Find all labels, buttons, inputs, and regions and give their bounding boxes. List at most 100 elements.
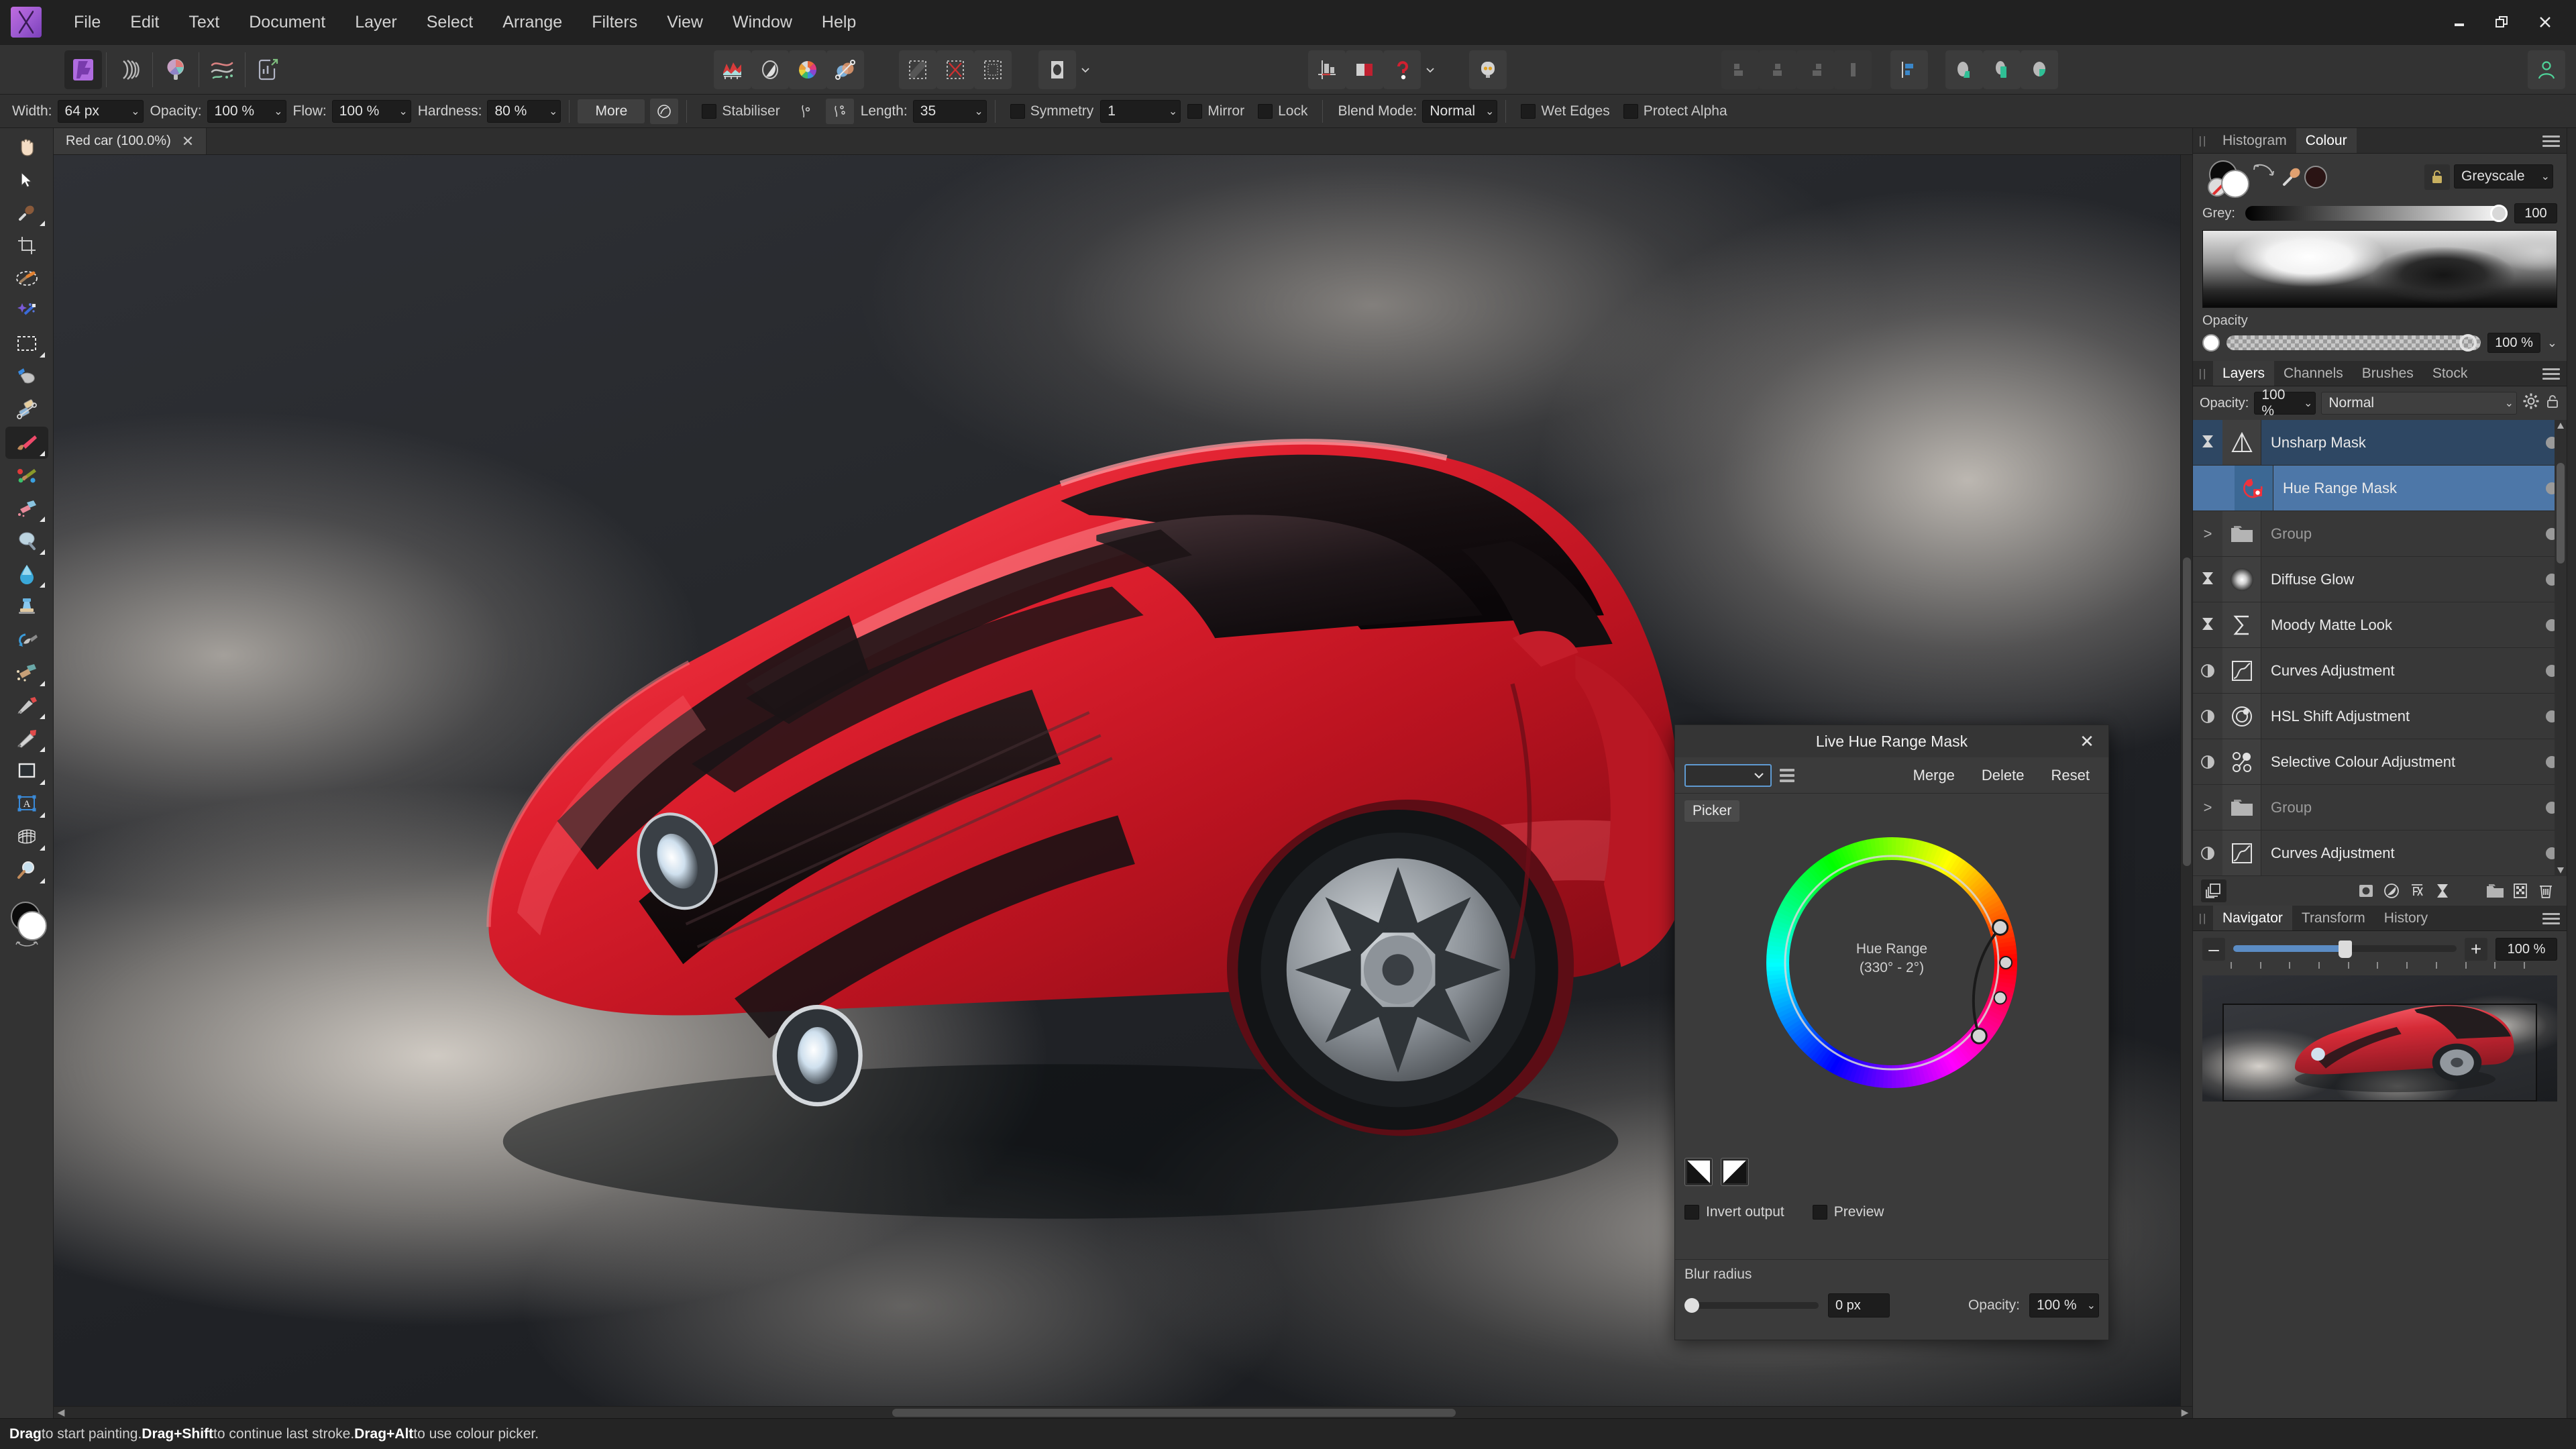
- colour-gradient-preview[interactable]: [2202, 230, 2557, 308]
- add-group-button[interactable]: [2482, 879, 2508, 902]
- paint-brush-tool[interactable]: [5, 427, 48, 459]
- wet-edges-checkbox[interactable]: Wet Edges: [1521, 103, 1609, 119]
- menu-item-window[interactable]: Window: [718, 9, 807, 36]
- preset-select[interactable]: [1684, 764, 1772, 787]
- visibility-toggle[interactable]: [2193, 420, 2222, 465]
- boolean-add-button[interactable]: [1945, 50, 1983, 89]
- scrollbar-thumb[interactable]: [2557, 463, 2565, 564]
- sampled-colour-swatch[interactable]: [2304, 166, 2327, 189]
- layer-row-moody-matte-look[interactable]: Moody Matte Look: [2193, 602, 2567, 648]
- swap-colours-icon[interactable]: [2251, 163, 2277, 186]
- scrollbar-thumb[interactable]: [892, 1409, 1456, 1417]
- protect-alpha-checkbox[interactable]: Protect Alpha: [1623, 103, 1727, 119]
- visibility-toggle[interactable]: [2193, 602, 2222, 647]
- menu-item-text[interactable]: Text: [174, 9, 234, 36]
- rope-mode-icon[interactable]: [792, 99, 820, 124]
- preview-check-box[interactable]: [1813, 1205, 1827, 1220]
- mirror-checkbox[interactable]: Mirror: [1187, 103, 1244, 119]
- layer-row-diffuse-glow[interactable]: Diffuse Glow: [2193, 557, 2567, 602]
- add-adjustment-button[interactable]: [2379, 879, 2404, 902]
- mask-polarity-a-button[interactable]: [1684, 1158, 1713, 1186]
- colour-wheel-button[interactable]: [789, 50, 826, 89]
- layer-row-hsl-shift-adjustment[interactable]: HSL Shift Adjustment: [2193, 694, 2567, 739]
- blur-brush-tool[interactable]: [5, 558, 48, 590]
- tab-histogram[interactable]: Histogram: [2213, 128, 2296, 153]
- chevron-down-icon[interactable]: ⌄: [2547, 336, 2557, 350]
- export-persona-button[interactable]: [250, 50, 287, 89]
- deselect-button[interactable]: [936, 50, 974, 89]
- slider-handle[interactable]: [2339, 941, 2352, 958]
- lock-checkbox[interactable]: Lock: [1258, 103, 1307, 119]
- slider-knob[interactable]: [2490, 205, 2508, 222]
- expand-toggle[interactable]: >: [2193, 785, 2222, 830]
- layer-row-selective-colour-adjustment[interactable]: Selective Colour Adjustment: [2193, 739, 2567, 785]
- histogram-button[interactable]: [714, 50, 751, 89]
- panel-menu-icon[interactable]: [2542, 361, 2560, 386]
- assistant-dropdown-button[interactable]: [1421, 50, 1440, 89]
- flood-select-tool[interactable]: [5, 295, 48, 327]
- move-tool[interactable]: [5, 164, 48, 196]
- tab-stock[interactable]: Stock: [2423, 361, 2477, 386]
- develop-persona-button[interactable]: [157, 50, 195, 89]
- blur-radius-input[interactable]: 0 px: [1828, 1293, 1890, 1318]
- close-icon[interactable]: ✕: [182, 134, 194, 149]
- panel-grip-icon[interactable]: ||: [2193, 361, 2213, 386]
- colour-model-select[interactable]: Greyscale⌄: [2454, 164, 2553, 189]
- stabiliser-checkbox[interactable]: Stabiliser: [702, 103, 780, 119]
- panel-grip-icon[interactable]: ||: [2193, 128, 2213, 153]
- menu-item-file[interactable]: File: [59, 9, 115, 36]
- menu-item-view[interactable]: View: [652, 9, 718, 36]
- layer-effects-button[interactable]: [1346, 50, 1383, 89]
- add-mask-button[interactable]: [2353, 879, 2379, 902]
- layer-row-hue-range-mask[interactable]: Hue Range Mask: [2193, 466, 2567, 511]
- picker-button[interactable]: Picker: [1684, 800, 1739, 822]
- menu-item-select[interactable]: Select: [412, 9, 488, 36]
- slider-knob[interactable]: [2459, 334, 2477, 352]
- scroll-left-icon[interactable]: ◀: [54, 1407, 68, 1418]
- mirror-check-box[interactable]: [1187, 104, 1202, 119]
- opacity-input[interactable]: 100 %⌄: [207, 100, 286, 123]
- colour-picker-button[interactable]: [826, 50, 864, 89]
- menu-item-arrange[interactable]: Arrange: [488, 9, 577, 36]
- layer-row-curves-adjustment-1[interactable]: Curves Adjustment: [2193, 648, 2567, 694]
- flood-fill-tool[interactable]: [5, 361, 48, 393]
- more-button[interactable]: More: [578, 99, 645, 123]
- symmetry-checkbox[interactable]: Symmetry: [1010, 103, 1094, 119]
- minimize-button[interactable]: [2438, 0, 2481, 44]
- scrollbar-thumb[interactable]: [2183, 557, 2191, 866]
- add-live-filter-button[interactable]: [2404, 879, 2430, 902]
- align-right-button[interactable]: [1796, 50, 1834, 89]
- swap-colours-icon[interactable]: [15, 939, 39, 949]
- tool-colour-swatches[interactable]: [5, 902, 48, 949]
- symmetry-check-box[interactable]: [1010, 104, 1025, 119]
- tab-history[interactable]: History: [2375, 906, 2437, 930]
- snapping-button[interactable]: [1308, 50, 1346, 89]
- menu-item-help[interactable]: Help: [807, 9, 871, 36]
- refine-selection-button[interactable]: [899, 50, 936, 89]
- layer-row-group-2[interactable]: > Group: [2193, 785, 2567, 830]
- arrange-button[interactable]: [1890, 50, 1928, 89]
- zoom-tool[interactable]: [5, 854, 48, 886]
- navigator-view-rect[interactable]: [2222, 1004, 2537, 1102]
- menu-item-filters[interactable]: Filters: [577, 9, 652, 36]
- canvas-vertical-scrollbar[interactable]: [2180, 155, 2192, 1406]
- tab-colour[interactable]: Colour: [2296, 128, 2357, 153]
- visibility-toggle[interactable]: [2193, 694, 2222, 739]
- zoom-in-button[interactable]: +: [2465, 938, 2487, 961]
- canvas-horizontal-scrollbar[interactable]: ◀ ▶: [54, 1406, 2192, 1418]
- add-pixel-layer-button[interactable]: [2508, 879, 2533, 902]
- visibility-toggle[interactable]: [2193, 739, 2222, 784]
- layer-opacity-input[interactable]: 100 %⌄: [2254, 392, 2316, 415]
- photo-persona-button[interactable]: [64, 50, 102, 89]
- preset-menu-icon[interactable]: [1780, 766, 1794, 785]
- foreground-colour-swatch[interactable]: [17, 911, 47, 941]
- protect-alpha-check-box[interactable]: [1623, 104, 1638, 119]
- panel-grip-icon[interactable]: ||: [2193, 906, 2213, 930]
- delete-button[interactable]: Delete: [1972, 764, 2034, 787]
- zoom-value-input[interactable]: 100 %: [2496, 938, 2557, 961]
- width-input[interactable]: 64 px⌄: [58, 100, 144, 123]
- lock-check-box[interactable]: [1258, 104, 1273, 119]
- eyedropper-icon[interactable]: [2282, 164, 2304, 191]
- hardness-input[interactable]: 80 %⌄: [487, 100, 561, 123]
- assistant-manager-button[interactable]: [1469, 50, 1507, 89]
